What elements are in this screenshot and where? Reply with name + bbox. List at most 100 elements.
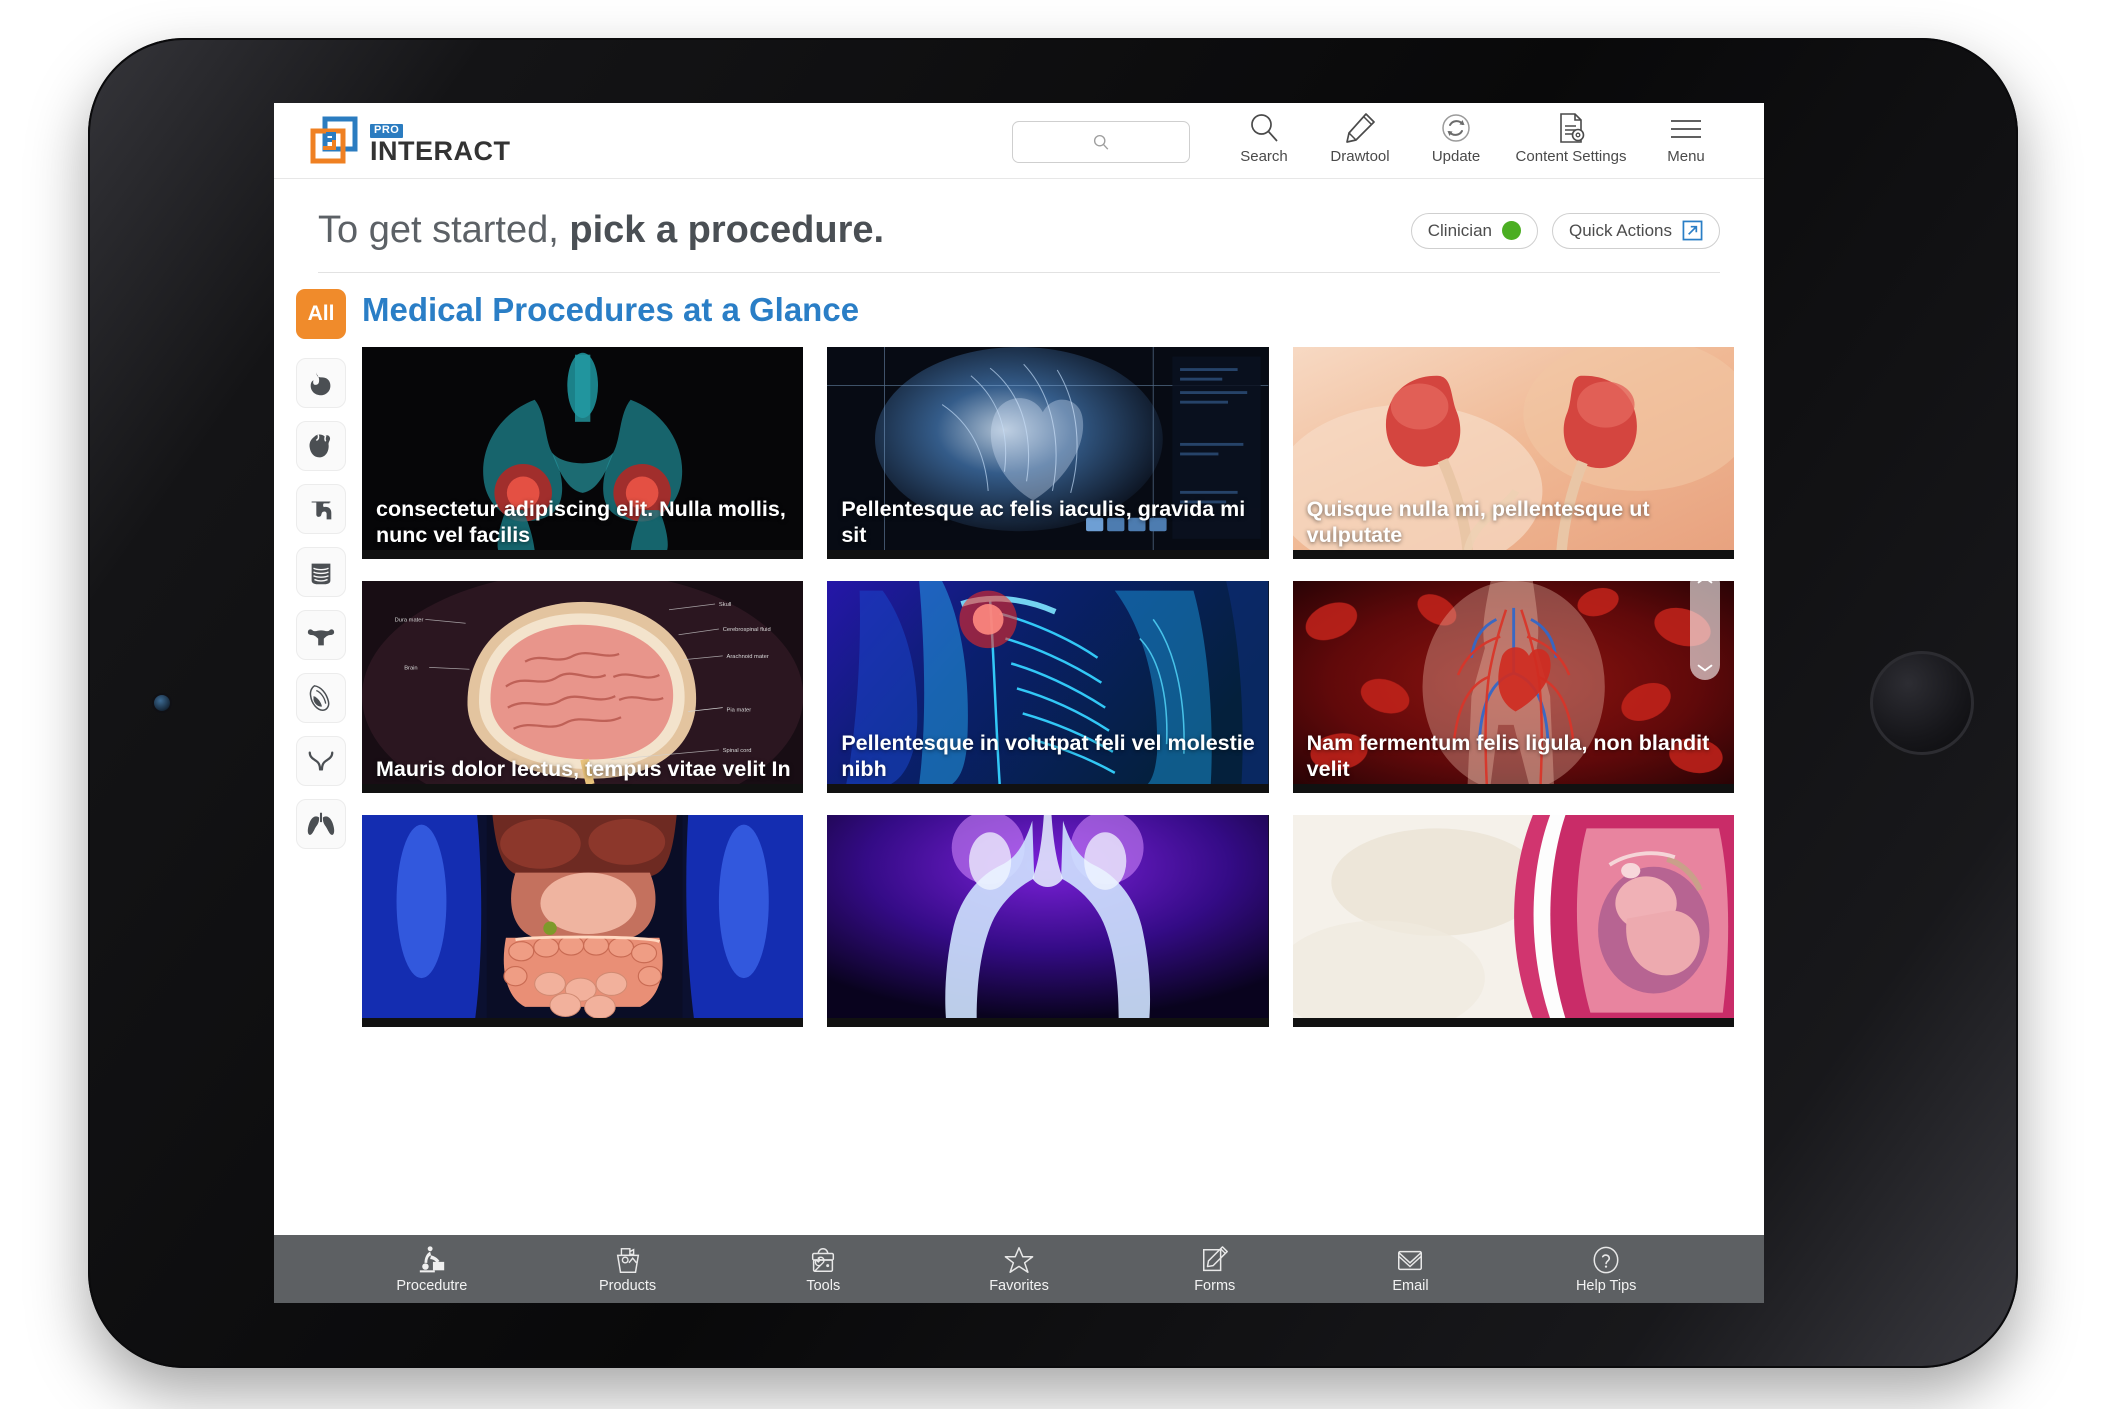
colon-icon (311, 501, 332, 520)
page-heading-row: To get started, pick a procedure. Clinic… (274, 179, 1764, 252)
nav-item-procedure[interactable]: Procedutre (334, 1244, 530, 1294)
sidebar-item-lungs[interactable] (296, 799, 346, 849)
stomach-icon (310, 371, 331, 396)
search-icon (1093, 134, 1109, 150)
toolbar-label-drawtool: Drawtool (1330, 148, 1390, 165)
brand-logo[interactable]: PRO INTERACT (310, 116, 511, 165)
quick-actions-button[interactable]: Quick Actions (1552, 212, 1720, 249)
nav-item-tools[interactable]: Tools (725, 1244, 921, 1294)
sidebar-item-all[interactable]: All (296, 289, 346, 339)
pro-interact-logo-icon (310, 116, 358, 164)
procedure-card-grid: consectetur adipiscing elit. Nulla molli… (362, 347, 1734, 1027)
toolbar-label-search: Search (1240, 148, 1288, 165)
app-bar-actions: Search Drawtool Update Content Settings … (1012, 110, 1764, 171)
status-badge (1502, 221, 1521, 240)
svg-text:Skull: Skull (719, 602, 731, 608)
section-title: Medical Procedures at a Glance (362, 291, 860, 328)
home-button[interactable] (1870, 651, 1974, 755)
toolbox-icon (808, 1244, 838, 1275)
procedure-card[interactable] (827, 815, 1269, 1027)
refresh-icon (1440, 110, 1472, 144)
procedure-card[interactable]: Nam fermentum felis ligula, non blandit … (1292, 581, 1734, 793)
sidebar-item-small-intestine[interactable] (296, 547, 346, 597)
quick-actions-label: Quick Actions (1569, 220, 1672, 240)
role-pill-clinician[interactable]: Clinician (1410, 212, 1538, 249)
chevron-down-icon[interactable] (1697, 663, 1713, 673)
body-region: All Medical Procedures at a Glance conse… (274, 273, 1764, 1203)
svg-text:Dura mater: Dura mater (395, 617, 424, 623)
procedure-card[interactable]: consectetur adipiscing elit. Nulla molli… (362, 347, 804, 559)
category-rail: All (274, 273, 360, 1203)
sidebar-item-prostate[interactable] (296, 673, 346, 723)
procedure-card[interactable]: Pellentesque ac felis iaculis, gravida m… (827, 347, 1269, 559)
svg-text:Pia mater: Pia mater (727, 707, 752, 713)
toolbar-button-content-settings[interactable]: Content Settings (1504, 110, 1638, 171)
card-artwork-fetus-womb (1292, 815, 1734, 1027)
nav-label-procedure: Procedutre (396, 1278, 468, 1294)
chevron-up-icon[interactable] (1697, 575, 1713, 585)
hamburger-menu-icon (1669, 110, 1703, 144)
toolbar-label-content-settings: Content Settings (1515, 148, 1627, 165)
sidebar-item-stomach[interactable] (296, 358, 346, 408)
question-circle-icon (1591, 1244, 1621, 1275)
toolbar-button-menu[interactable]: Menu (1638, 110, 1734, 171)
clavicle-icon (308, 751, 334, 771)
search-input-wrapper[interactable] (1012, 121, 1190, 163)
form-pencil-icon (1200, 1244, 1230, 1275)
products-box-icon (613, 1244, 643, 1275)
nav-label-tools: Tools (806, 1278, 841, 1294)
procedure-card[interactable]: Skull Cerebrospinal fluid Arachnoid mate… (362, 581, 804, 793)
sidebar-item-uterus[interactable] (296, 610, 346, 660)
page-title-bold: pick a procedure. (569, 209, 885, 251)
nav-label-help-tips: Help Tips (1575, 1278, 1637, 1294)
toolbar-button-update[interactable]: Update (1408, 110, 1504, 171)
heart-icon (309, 434, 331, 458)
svg-text:Cerebrospinal fluid: Cerebrospinal fluid (723, 627, 771, 633)
toolbar-button-drawtool[interactable]: Drawtool (1312, 110, 1408, 171)
envelope-icon (1395, 1244, 1425, 1275)
small-intestine-icon (311, 563, 331, 585)
sidebar-item-colon[interactable] (296, 484, 346, 534)
pencil-icon (1344, 110, 1376, 144)
star-icon (1004, 1244, 1034, 1275)
uterus-icon (307, 629, 335, 646)
role-pill-label: Clinician (1427, 220, 1492, 240)
procedure-card[interactable] (362, 815, 804, 1027)
sidebar-item-heart[interactable] (296, 421, 346, 471)
nav-item-products[interactable]: Products (530, 1244, 726, 1294)
search-icon (1248, 110, 1280, 144)
top-app-bar: PRO INTERACT Search Drawtool Update Cont… (274, 103, 1764, 179)
bottom-navigation-bar: Procedutre Products Tools Favorites Form… (274, 1235, 1764, 1303)
content-area: Medical Procedures at a Glance consectet… (360, 273, 1764, 1203)
card-caption: consectetur adipiscing elit. Nulla molli… (376, 496, 786, 548)
nav-item-help-tips[interactable]: Help Tips (1508, 1244, 1704, 1294)
procedure-card[interactable]: Pellentesque in volutpat feli vel molest… (827, 581, 1269, 793)
page-title: To get started, pick a procedure. (318, 209, 884, 252)
svg-text:Brain: Brain (404, 665, 417, 671)
app-screen: PRO INTERACT Search Drawtool Update Cont… (274, 103, 1764, 1303)
nav-item-email[interactable]: Email (1313, 1244, 1509, 1294)
card-artwork-abdomen-organs (362, 815, 804, 1027)
sidebar-item-clavicle[interactable] (296, 736, 346, 786)
card-caption: Mauris dolor lectus, tempus vitae velit … (376, 757, 791, 782)
toolbar-button-search[interactable]: Search (1216, 110, 1312, 171)
svg-text:Spinal cord: Spinal cord (723, 748, 752, 754)
brand-wordmark: PRO INTERACT (370, 116, 511, 165)
nav-item-forms[interactable]: Forms (1117, 1244, 1313, 1294)
procedure-card[interactable] (1292, 815, 1734, 1027)
nav-label-forms: Forms (1194, 1278, 1236, 1294)
procedure-card[interactable]: Quisque nulla mi, pellentesque ut vulput… (1292, 347, 1734, 559)
document-settings-icon (1555, 110, 1587, 144)
card-caption: Nam fermentum felis ligula, non blandit … (1306, 730, 1710, 782)
card-caption: Pellentesque in volutpat feli vel molest… (841, 730, 1255, 782)
nav-label-products: Products (598, 1278, 657, 1294)
page-title-light: To get started, (318, 209, 559, 251)
tablet-device-frame: PRO INTERACT Search Drawtool Update Cont… (88, 38, 2018, 1368)
nav-item-favorites[interactable]: Favorites (921, 1244, 1117, 1294)
scroll-indicator[interactable] (1690, 568, 1720, 680)
toolbar-label-update: Update (1431, 148, 1481, 165)
card-caption: Quisque nulla mi, pellentesque ut vulput… (1306, 496, 1650, 548)
front-camera-icon (152, 693, 172, 713)
lungs-icon (307, 812, 335, 835)
page-heading-actions: Clinician Quick Actions (1410, 212, 1720, 249)
